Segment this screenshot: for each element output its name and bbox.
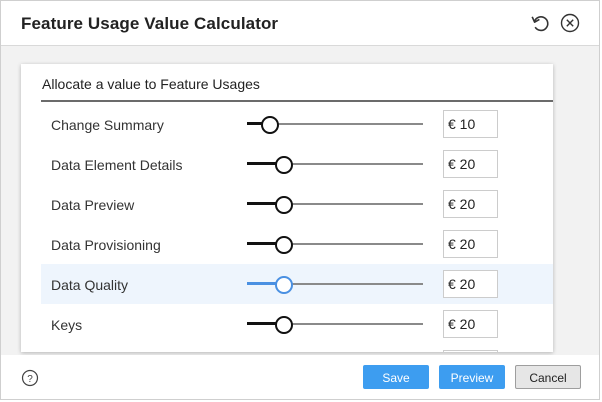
feature-row-data-element-details: Data Element Details € 20 — [41, 144, 553, 184]
panel-divider — [41, 100, 553, 102]
feature-row-partial — [41, 344, 553, 352]
dialog-title: Feature Usage Value Calculator — [21, 14, 279, 33]
value-input[interactable]: € 20 — [443, 190, 498, 218]
value-input[interactable] — [443, 350, 498, 352]
slider-thumb[interactable] — [260, 116, 279, 134]
value-input[interactable]: € 20 — [443, 150, 498, 178]
help-icon[interactable]: ? — [21, 369, 39, 387]
save-button[interactable]: Save — [363, 365, 429, 389]
feature-usage-dialog: Feature Usage Value Calculator Allocate … — [0, 0, 600, 400]
feature-label: Data Preview — [51, 197, 135, 213]
value-slider[interactable] — [247, 195, 425, 214]
dialog-footer: ? Save Preview Cancel — [1, 355, 599, 399]
panel-title: Allocate a value to Feature Usages — [42, 76, 260, 92]
value-slider[interactable] — [247, 115, 425, 134]
value-slider[interactable] — [247, 275, 425, 294]
allocation-panel: Allocate a value to Feature Usages Chang… — [21, 64, 553, 352]
feature-label: Data Provisioning — [51, 237, 161, 253]
feature-row-data-preview: Data Preview € 20 — [41, 184, 553, 224]
slider-thumb[interactable] — [274, 316, 293, 334]
dialog-body: Allocate a value to Feature Usages Chang… — [1, 46, 599, 355]
value-input[interactable]: € 20 — [443, 310, 498, 338]
value-slider[interactable] — [247, 315, 425, 334]
value-slider[interactable] — [247, 235, 425, 254]
close-icon[interactable] — [559, 12, 581, 34]
preview-button[interactable]: Preview — [439, 365, 505, 389]
feature-label: Data Element Details — [51, 157, 183, 173]
feature-row-change-summary: Change Summary € 10 — [41, 104, 553, 144]
dialog-header: Feature Usage Value Calculator — [1, 1, 599, 46]
cancel-button[interactable]: Cancel — [515, 365, 581, 389]
slider-thumb[interactable] — [274, 196, 293, 214]
value-input[interactable]: € 10 — [443, 110, 498, 138]
feature-row-data-quality: Data Quality € 20 — [41, 264, 553, 304]
slider-thumb[interactable] — [274, 236, 293, 254]
feature-label: Keys — [51, 317, 83, 333]
svg-text:?: ? — [27, 374, 33, 385]
feature-label: Data Quality — [51, 277, 129, 293]
reset-icon[interactable] — [529, 12, 551, 34]
value-slider[interactable] — [247, 155, 425, 174]
feature-row-keys: Keys € 20 — [41, 304, 553, 344]
slider-thumb[interactable] — [274, 156, 293, 174]
slider-thumb[interactable] — [274, 276, 293, 294]
value-input[interactable]: € 20 — [443, 270, 498, 298]
value-input[interactable]: € 20 — [443, 230, 498, 258]
feature-label: Change Summary — [51, 117, 164, 133]
feature-row-data-provisioning: Data Provisioning € 20 — [41, 224, 553, 264]
